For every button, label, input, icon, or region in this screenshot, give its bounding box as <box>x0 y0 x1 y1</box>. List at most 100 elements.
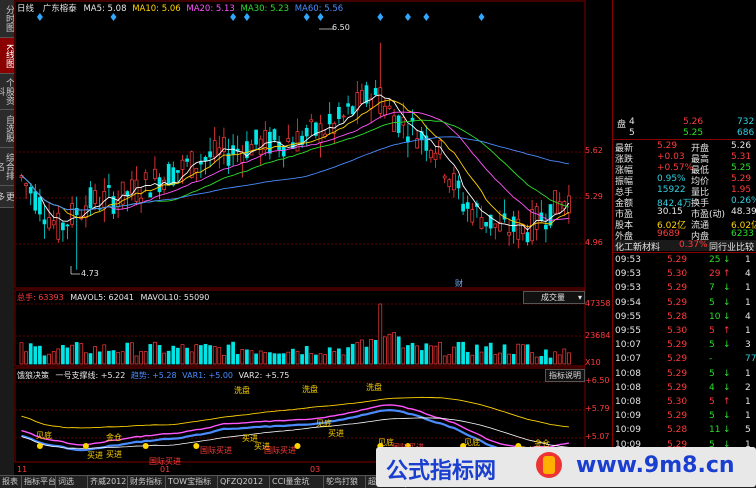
arrow-down-icon: ↓ <box>723 368 731 379</box>
quote-row: 最新 5.29 开盘 5.26 <box>615 141 752 154</box>
indicator-header: 饿狼决策 一号支撑线: +5.22 趋势: +5.28 VAR1: +5.00 … <box>17 370 289 381</box>
volume-bar <box>116 352 120 365</box>
tick-row: 09:54 5.29 5 ↓ 1 <box>615 297 751 308</box>
var2-label: VAR2: +5.75 <box>238 371 290 380</box>
volume-bar <box>281 353 286 365</box>
ma30-label: MA30: 5.23 <box>240 4 290 14</box>
signal-label: 买进 <box>87 451 103 460</box>
kline-chart-area[interactable] <box>14 0 612 475</box>
volume-bar <box>286 351 291 365</box>
volume-bar <box>479 351 484 365</box>
candle-body <box>139 197 143 203</box>
volume-bar <box>19 342 24 365</box>
volume-bar <box>346 347 350 365</box>
candle-body <box>28 187 33 194</box>
bottom-tab-5[interactable]: TOW宝指标 <box>166 476 218 488</box>
volume-bar <box>107 350 111 365</box>
candle-body <box>194 167 199 173</box>
volume-bar <box>157 345 162 365</box>
candle-body <box>341 115 346 118</box>
volume-bar <box>475 344 479 365</box>
volume-bar <box>355 342 360 365</box>
volume-bar <box>447 354 452 365</box>
bottom-tab-8[interactable]: 鸵鸟打狼 <box>324 476 366 488</box>
candle-body <box>33 191 38 211</box>
volume-bar <box>396 336 401 365</box>
tick-row: 10:08 5.30 5 ↑ 1 <box>615 397 751 407</box>
volume-bar <box>498 352 502 365</box>
coin-icon <box>36 443 43 449</box>
bottom-tab-6[interactable]: QFZQ2012 <box>218 476 270 488</box>
bottom-tab-1[interactable]: 指标平台 <box>22 476 56 488</box>
volume-bar <box>562 348 567 365</box>
volume-bar <box>38 345 42 365</box>
finance-marker[interactable]: 财 <box>455 278 463 289</box>
volume-bar <box>433 345 438 365</box>
arrow-down-icon: ↓ <box>723 311 731 322</box>
volume-bar <box>217 347 222 365</box>
high-price-label: 6.50 <box>332 23 350 32</box>
candle-body <box>507 232 511 236</box>
candle-body <box>378 87 383 114</box>
volume-bar <box>470 354 475 365</box>
candle-body <box>396 115 401 133</box>
signal-label: 洗盘 <box>366 383 382 392</box>
bottom-tab-3[interactable]: 齐威2012 <box>88 476 128 488</box>
volume-bar <box>263 352 268 365</box>
volume-bar <box>369 339 373 365</box>
low-price-label: 4.73 <box>81 269 99 278</box>
candle-body <box>143 172 148 180</box>
arrow-down-icon: ↓ <box>723 340 731 351</box>
volume-bar <box>327 347 332 365</box>
candle-body <box>511 216 516 232</box>
volume-bar <box>309 353 314 365</box>
volume-bar <box>162 352 166 365</box>
volume-bar <box>553 351 557 365</box>
indicator-select-dropdown[interactable]: 成交量 ▾ <box>523 291 585 304</box>
candle-body <box>493 223 498 228</box>
sidebar-tab-0[interactable]: 分时图 <box>0 0 14 38</box>
sidebar-tab-1[interactable]: K线图 <box>0 38 14 74</box>
sidebar-tab-5[interactable]: 更多 <box>0 186 14 208</box>
candle-body <box>479 217 484 229</box>
volume-bar <box>332 351 337 365</box>
signal-label: 国际买进 <box>200 446 232 455</box>
sector-row[interactable]: 化工新材料 0.37% 同行业比较 <box>613 240 756 253</box>
order-book-row: 5 5.25 686 <box>629 128 755 138</box>
arrow-down-icon: ↓ <box>723 425 731 436</box>
tick-row: 10:08 5.29 5 ↓ 1 <box>615 368 751 379</box>
volume-bar <box>171 345 176 365</box>
volume-bar <box>378 303 383 365</box>
coin-icon <box>142 443 149 449</box>
ma20-label: MA20: 5.13 <box>186 4 235 14</box>
volume-bar <box>84 352 88 365</box>
bottom-tab-0[interactable]: 报表 <box>0 476 22 488</box>
bottom-tab-2[interactable]: 词选 <box>56 476 88 488</box>
volume-bar <box>249 350 254 365</box>
candle-body <box>429 149 433 159</box>
sidebar-tab-4[interactable]: 综合排名 <box>0 148 14 186</box>
date-label-1: 11 <box>17 465 28 474</box>
sidebar-tab-2[interactable]: 个股资料 <box>0 74 14 110</box>
volume-bar <box>442 355 447 365</box>
volume-bar <box>212 346 217 365</box>
period-label: 日线 <box>17 4 35 14</box>
tick-row: 10:08 5.29 4 ↓ 2 <box>615 382 751 393</box>
candle-body <box>208 151 212 158</box>
coin-icon <box>82 443 89 449</box>
volume-bar <box>360 339 364 365</box>
volume-bar <box>383 336 387 365</box>
volume-bar <box>419 350 424 365</box>
sidebar-tab-3[interactable]: 自选股 <box>0 110 14 148</box>
mavol5-label: MAVOL5: 62041 <box>70 293 134 302</box>
bottom-tab-7[interactable]: CCI量金坑 <box>270 476 324 488</box>
volume-bar <box>130 342 134 365</box>
bottom-tab-4[interactable]: 财务指标 <box>128 476 166 488</box>
signal-label: 国际买进 <box>264 446 296 455</box>
candle-body <box>346 103 350 107</box>
volume-bar <box>548 357 553 365</box>
volume-bar <box>488 342 493 365</box>
indicator-help-button[interactable]: 指标说明 <box>545 369 585 382</box>
candle-body <box>185 158 189 162</box>
volume-bar <box>364 346 369 365</box>
